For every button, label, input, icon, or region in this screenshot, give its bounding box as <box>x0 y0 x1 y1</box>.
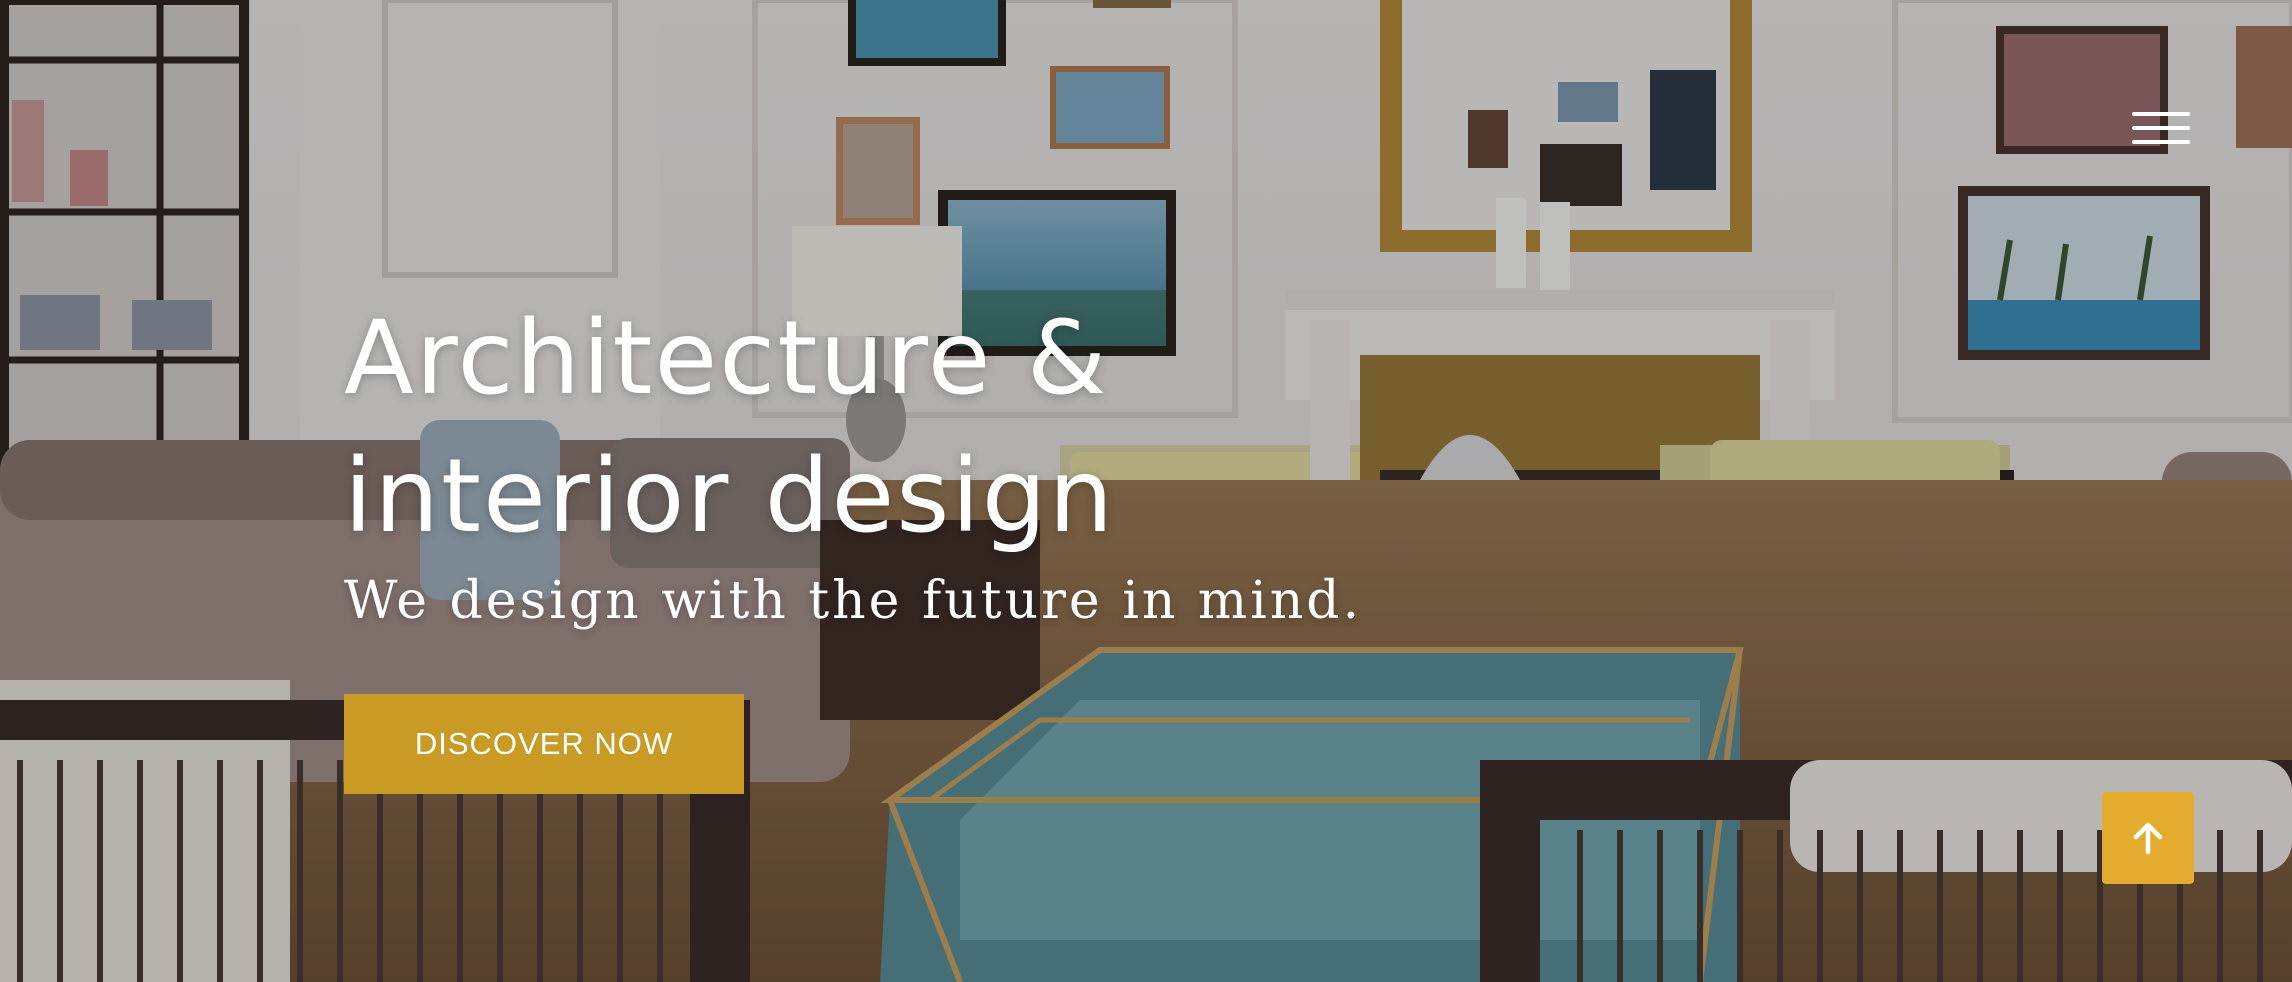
arrow-up-icon <box>2133 822 2163 855</box>
menu-bar-top <box>2132 112 2190 116</box>
hamburger-menu-icon[interactable] <box>2128 106 2194 150</box>
menu-bar-middle <box>2132 126 2190 130</box>
scroll-to-top-button[interactable] <box>2102 792 2194 884</box>
discover-now-button[interactable]: DISCOVER NOW <box>344 694 744 794</box>
hero-title: Architecture & interior design <box>344 299 1116 556</box>
menu-bar-bottom <box>2132 140 2190 144</box>
hero-subtitle: We design with the future in mind. <box>344 571 1363 631</box>
hero-section: Architecture & interior design We design… <box>0 0 2292 982</box>
